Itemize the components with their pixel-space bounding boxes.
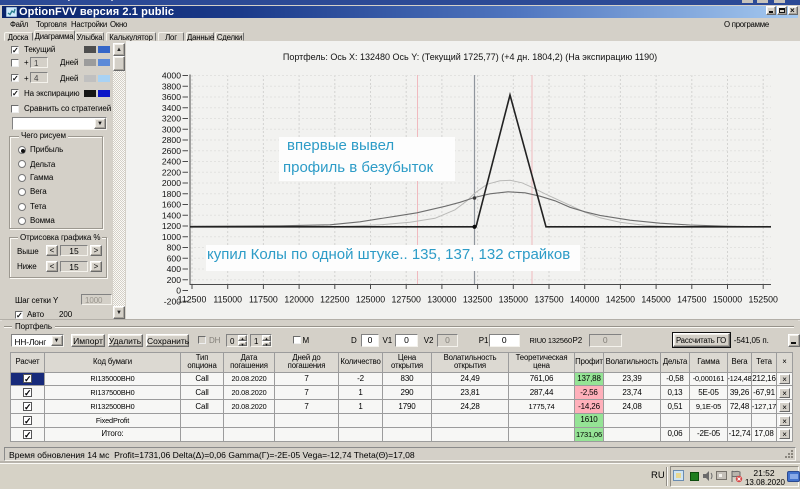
svg-text:2200: 2200 (162, 167, 181, 177)
svg-text:125000: 125000 (356, 295, 385, 305)
svg-text:2600: 2600 (162, 146, 181, 156)
svg-text:2000: 2000 (162, 178, 181, 188)
svg-text:135000: 135000 (499, 295, 528, 305)
svg-text:3200: 3200 (162, 114, 181, 124)
svg-text:2800: 2800 (162, 135, 181, 145)
svg-text:3400: 3400 (162, 103, 181, 113)
svg-text:1800: 1800 (162, 189, 181, 199)
svg-text:3800: 3800 (162, 81, 181, 91)
svg-text:4000: 4000 (162, 71, 181, 81)
svg-text:1200: 1200 (162, 221, 181, 231)
svg-text:1400: 1400 (162, 210, 181, 220)
svg-text:200: 200 (167, 275, 182, 285)
svg-text:800: 800 (167, 243, 182, 253)
svg-text:132500: 132500 (463, 295, 492, 305)
svg-text:3000: 3000 (162, 124, 181, 134)
svg-text:152500: 152500 (749, 295, 778, 305)
svg-text:145000: 145000 (641, 295, 670, 305)
svg-text:115000: 115000 (213, 295, 242, 305)
svg-text:130000: 130000 (427, 295, 456, 305)
svg-text:142500: 142500 (606, 295, 635, 305)
svg-text:600: 600 (167, 253, 182, 263)
svg-text:122500: 122500 (320, 295, 349, 305)
svg-text:137500: 137500 (534, 295, 563, 305)
svg-text:147500: 147500 (677, 295, 706, 305)
svg-text:3600: 3600 (162, 92, 181, 102)
svg-text:150000: 150000 (713, 295, 742, 305)
svg-text:Портфель: Ось X: 132480 Ось Y: Портфель: Ось X: 132480 Ось Y: (Текущий … (283, 52, 657, 62)
svg-text:112500: 112500 (178, 295, 207, 305)
svg-text:2400: 2400 (162, 157, 181, 167)
svg-text:140000: 140000 (570, 295, 599, 305)
svg-text:400: 400 (167, 264, 182, 274)
svg-text:1000: 1000 (162, 232, 181, 242)
svg-text:1600: 1600 (162, 200, 181, 210)
svg-text:127500: 127500 (392, 295, 421, 305)
svg-text:117500: 117500 (249, 295, 278, 305)
svg-text:120000: 120000 (284, 295, 313, 305)
